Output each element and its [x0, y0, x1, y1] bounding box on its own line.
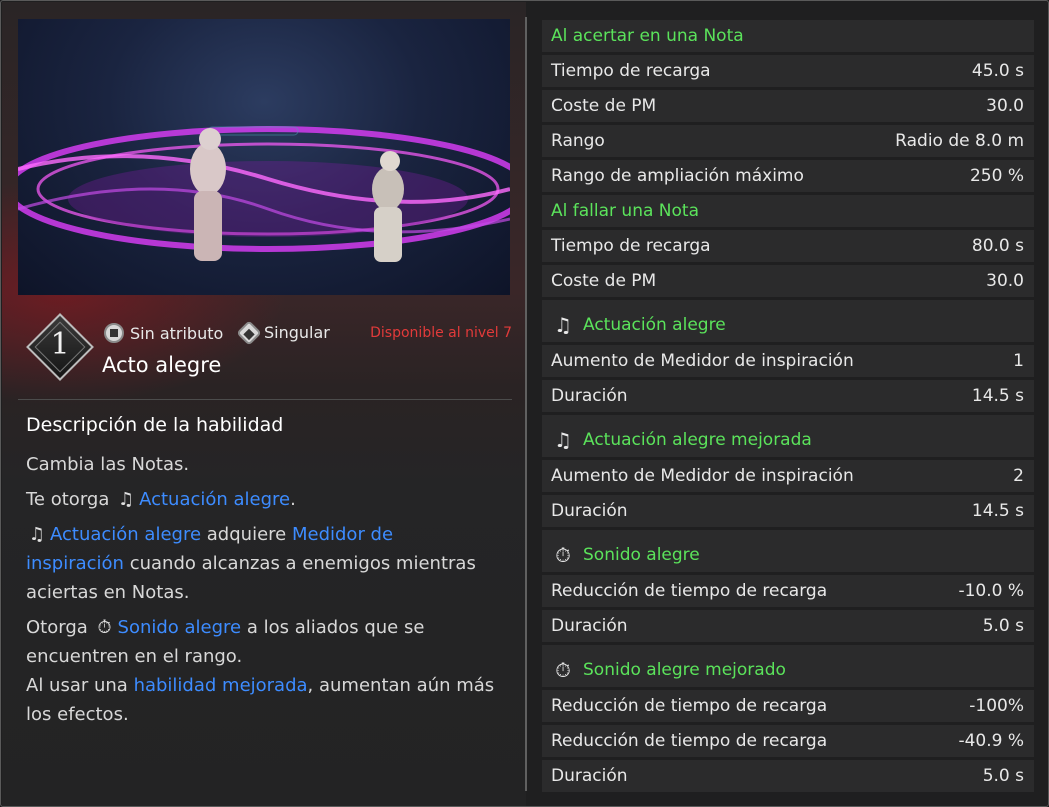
skill-name: Acto alegre [102, 353, 222, 377]
singular-type-icon [236, 319, 262, 346]
stat-section-header: ♫ Actuación alegre [542, 300, 1034, 342]
skill-type-label: Singular [264, 323, 330, 342]
stat-row: Duración 5.0 s [542, 610, 1034, 642]
stat-row: Reducción de tiempo de recarga -10.0 % [542, 575, 1034, 607]
link-sonido-alegre[interactable]: Sonido alegre [118, 617, 242, 638]
stat-value: 250 % [969, 166, 1024, 186]
stat-section-header: ⏱ Sonido alegre [542, 530, 1034, 572]
stat-value: -10.0 % [958, 581, 1024, 601]
stat-row: Coste de PM 30.0 [542, 90, 1034, 122]
availability-label: Disponible al nivel 7 [370, 325, 512, 341]
stat-value: Radio de 8.0 m [895, 131, 1024, 151]
stat-value: 14.5 s [971, 501, 1024, 521]
stat-row: Duración 14.5 s [542, 495, 1034, 527]
stat-label: Reducción de tiempo de recarga [551, 731, 828, 751]
stopwatch-note-up-icon: ⏱ [555, 658, 571, 682]
stat-label: Al acertar en una Nota [551, 26, 744, 46]
stat-label: Duración [551, 501, 628, 521]
stat-label: Duración [551, 616, 628, 636]
stat-row: Tiempo de recarga 45.0 s [542, 55, 1034, 87]
attribute-tag: Sin atributo [104, 323, 223, 343]
stat-value: 80.0 s [971, 236, 1024, 256]
stat-value: 5.0 s [982, 766, 1024, 786]
stat-label: Aumento de Medidor de inspiración [551, 351, 854, 371]
music-note-icon: ♫ [118, 489, 135, 510]
skill-left-panel: 1 Sin atributo Singular Disponible al ni… [2, 2, 526, 806]
description-line-4: Otorga ⏱ Sonido alegre a los aliados que … [26, 613, 496, 729]
stat-label: Duración [551, 766, 628, 786]
stat-row: Tiempo de recarga 80.0 s [542, 230, 1034, 262]
stat-value: 5.0 s [982, 616, 1024, 636]
stat-row: Rango Radio de 8.0 m [542, 125, 1034, 157]
stat-section-header: ⏱ Sonido alegre mejorado [542, 645, 1034, 687]
stat-section-header: Al fallar una Nota [542, 195, 1034, 227]
stat-row: Reducción de tiempo de recarga -40.9 % [542, 725, 1034, 757]
stat-value: 30.0 [986, 96, 1024, 116]
attribute-label: Sin atributo [130, 323, 224, 343]
stat-value: 2 [1013, 466, 1024, 486]
description-line-1: Cambia las Notas. [26, 454, 190, 475]
stat-label: Reducción de tiempo de recarga [551, 696, 828, 716]
skill-type-tag: Singular [236, 319, 330, 346]
stopwatch-note-icon: ⏱ [555, 543, 571, 567]
stat-label: Tiempo de recarga [551, 61, 711, 81]
skill-tooltip-frame: 1 Sin atributo Singular Disponible al ni… [0, 0, 1049, 807]
stat-label: ♫ Actuación alegre mejorada [551, 428, 812, 452]
stat-label: Coste de PM [551, 271, 657, 291]
music-note-icon: ♫ [28, 524, 46, 545]
stat-value: 30.0 [986, 271, 1024, 291]
stat-row: Duración 5.0 s [542, 760, 1034, 792]
stat-row: Aumento de Medidor de inspiración 2 [542, 460, 1034, 492]
header-divider [18, 399, 512, 400]
link-habilidad-mejorada[interactable]: habilidad mejorada [134, 675, 308, 696]
stat-label: Aumento de Medidor de inspiración [551, 466, 854, 486]
stopwatch-note-icon: ⏱ [97, 617, 112, 638]
skill-preview-image [18, 19, 510, 295]
link-actuacion-alegre[interactable]: Actuación alegre [139, 489, 290, 510]
stat-row: Aumento de Medidor de inspiración 1 [542, 345, 1034, 377]
no-attribute-icon [104, 323, 124, 343]
stat-label: Coste de PM [551, 96, 657, 116]
music-note-up-icon: ♫ [554, 428, 572, 452]
stat-value: -100% [969, 696, 1024, 716]
stat-label: ⏱ Sonido alegre [551, 543, 700, 567]
stat-section-header: Al acertar en una Nota [542, 20, 1034, 52]
stat-label: Reducción de tiempo de recarga [551, 581, 828, 601]
stat-label: Rango de ampliación máximo [551, 166, 804, 186]
rank-number: 1 [50, 327, 70, 362]
stat-label: ♫ Actuación alegre [551, 313, 726, 337]
music-note-icon: ♫ [554, 313, 572, 337]
stat-label: Al fallar una Nota [551, 201, 699, 221]
stat-value: 14.5 s [971, 386, 1024, 406]
stat-value: 1 [1013, 351, 1024, 371]
stat-row: Coste de PM 30.0 [542, 265, 1034, 297]
stat-row: Reducción de tiempo de recarga -100% [542, 690, 1034, 722]
skill-header: 1 Sin atributo Singular Disponible al ni… [26, 313, 520, 387]
description-line-3: ♫ Actuación alegre adquiere Medidor de in… [26, 520, 496, 607]
stat-label: Tiempo de recarga [551, 236, 711, 256]
link-actuacion-alegre-2[interactable]: Actuación alegre [50, 524, 201, 545]
stat-label: Duración [551, 386, 628, 406]
stat-row: Duración 14.5 s [542, 380, 1034, 412]
stat-row: Rango de ampliación máximo 250 % [542, 160, 1034, 192]
skill-description: Descripción de la habilidad Cambia las N… [26, 414, 496, 735]
stat-section-header: ♫ Actuación alegre mejorada [542, 415, 1034, 457]
stat-label: Rango [551, 131, 605, 151]
skill-stats-panel: Al acertar en una Nota Tiempo de recarga 4… [542, 20, 1034, 795]
stat-label: ⏱ Sonido alegre mejorado [551, 658, 786, 682]
stat-value: -40.9 % [958, 731, 1024, 751]
stat-value: 45.0 s [971, 61, 1024, 81]
description-title: Descripción de la habilidad [26, 414, 284, 436]
vertical-divider [525, 17, 527, 791]
description-line-2: Te otorga ♫ Actuación alegre. [26, 485, 496, 514]
